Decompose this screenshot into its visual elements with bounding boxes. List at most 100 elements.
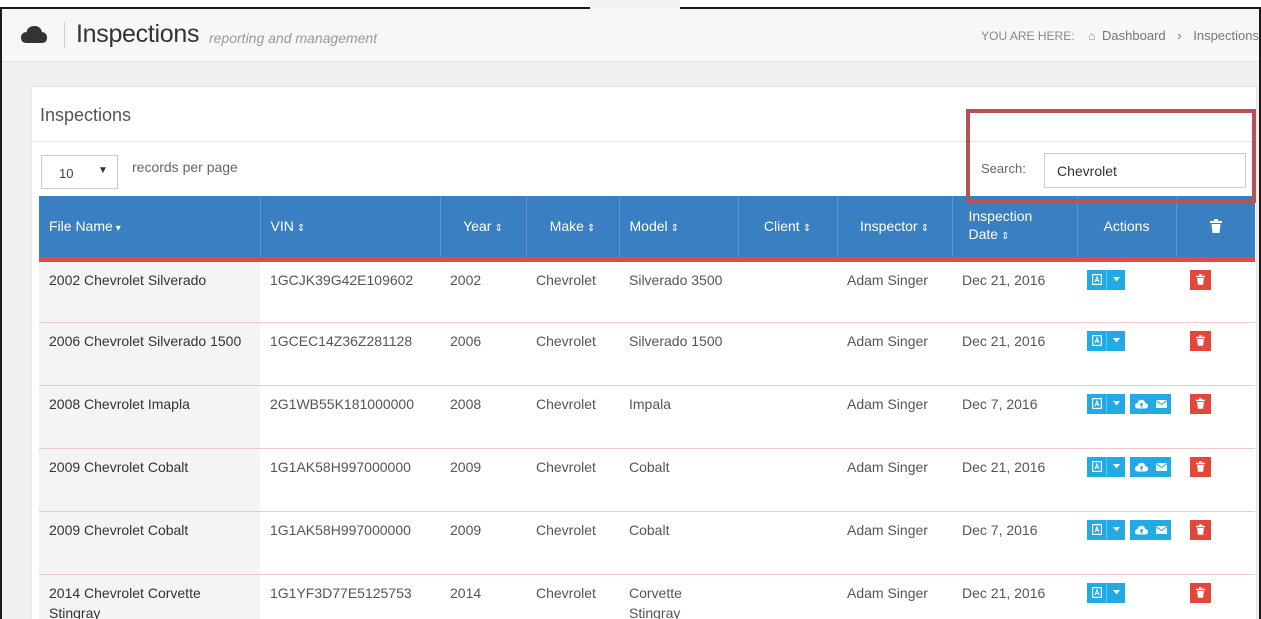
column-year[interactable]: Year ⇕ [440,196,527,262]
cell-model: Impala [619,385,738,449]
search-highlight-box [966,109,1256,203]
column-file-name[interactable]: File Name ▾ [39,196,261,262]
delete-button[interactable] [1190,519,1211,540]
sort-icon: ⇕ [670,223,680,235]
pdf-button[interactable] [1087,330,1106,351]
cell-file[interactable]: 2009 Chevrolet Cobalt [39,511,260,575]
cell-client [738,511,837,575]
cell-inspector: Adam Singer [837,322,952,386]
table-header-row: File Name ▾ VIN ⇕ Year ⇕ Make ⇕ Model ⇕ Clien… [39,196,1255,262]
table-row[interactable]: 2009 Chevrolet Cobalt 1G1AK58H997000000 20… [39,448,1255,512]
cell-date: Dec 21, 2016 [952,574,1077,619]
cell-inspector: Adam Singer [837,574,952,619]
delete-button[interactable] [1190,582,1211,603]
breadcrumb-separator: › [1177,28,1182,43]
cloud-upload-icon [1134,525,1148,534]
delete-button[interactable] [1190,456,1211,477]
column-model[interactable]: Model ⇕ [619,196,739,262]
envelope-icon [1156,525,1167,534]
cell-actions [1077,511,1177,575]
trash-icon [1196,398,1205,409]
cell-model: Silverado 3500 [619,259,738,323]
cell-year: 2009 [440,511,526,575]
email-button[interactable] [1152,393,1171,414]
cell-actions [1077,385,1176,449]
cloud-upload-button[interactable] [1130,519,1152,540]
cell-year: 2014 [440,574,526,619]
pdf-icon [1091,587,1102,598]
pdf-dropdown-button[interactable] [1106,519,1125,540]
cell-vin: 1G1AK58H997000000 [260,511,440,575]
cell-make: Chevrolet [526,322,619,386]
breadcrumb: YOU ARE HERE: ⌂ Dashboard › Inspections [981,28,1259,43]
table-row[interactable]: 2009 Chevrolet Cobalt 1G1AK58H997000000 20… [39,511,1255,575]
pdf-icon [1091,524,1102,535]
sort-icon: ⇕ [1001,230,1010,242]
breadcrumb-dashboard-link[interactable]: Dashboard [1102,28,1166,43]
pdf-dropdown-button[interactable] [1106,582,1125,603]
cell-year: 2006 [440,322,526,386]
pdf-icon [1091,274,1102,285]
table-row[interactable]: 2008 Chevrolet Imapla 2G1WB55K181000000 20… [39,385,1255,449]
pdf-button[interactable] [1087,456,1106,477]
page-length-value: 10 [59,166,74,181]
table-row[interactable]: 2006 Chevrolet Silverado 1500 1GCEC14Z36Z… [39,322,1255,386]
action-buttons [1087,456,1177,477]
pdf-button[interactable] [1087,393,1106,414]
column-client[interactable]: Client ⇕ [738,196,838,262]
delete-button[interactable] [1190,269,1211,290]
pdf-icon [1091,335,1102,346]
cloud-upload-icon [1134,399,1148,408]
cell-vin: 1GCJK39G42E109602 [260,259,440,323]
trash-icon [1196,461,1205,472]
cell-inspector: Adam Singer [837,448,952,512]
trash-icon [1196,274,1205,285]
column-inspection-date[interactable]: Inspection Date ⇕ [952,196,1078,262]
cell-make: Chevrolet [526,385,619,449]
delete-button[interactable] [1190,393,1211,414]
pdf-dropdown-button[interactable] [1106,330,1125,351]
pdf-dropdown-button[interactable] [1106,456,1125,477]
cell-delete [1176,259,1255,323]
delete-button[interactable] [1190,330,1211,351]
page-length-select[interactable]: 10 ▼ [41,155,118,189]
cell-file[interactable]: 2008 Chevrolet Imapla [39,385,260,449]
caret-down-icon [1112,590,1120,595]
top-bar: Inspections reporting and management YOU… [2,9,1259,62]
cell-year: 2008 [440,385,526,449]
column-actions: Actions [1077,196,1177,262]
cell-file[interactable]: 2009 Chevrolet Cobalt [39,448,260,512]
pdf-button[interactable] [1087,269,1106,290]
cell-file[interactable]: 2006 Chevrolet Silverado 1500 [39,322,260,386]
cell-client [738,259,837,323]
cloud-upload-button[interactable] [1130,456,1152,477]
sort-icon: ⇕ [802,223,812,235]
table-row[interactable]: 2014 Chevrolet Corvette Stingray 1G1YF3D7… [39,574,1255,619]
cell-client [738,574,837,619]
column-vin[interactable]: VIN ⇕ [260,196,441,262]
cell-file[interactable]: 2014 Chevrolet Corvette Stingray [39,574,260,619]
caret-down-icon [1112,277,1120,282]
cell-file[interactable]: 2002 Chevrolet Silverado [39,259,260,323]
email-button[interactable] [1152,519,1171,540]
pdf-button[interactable] [1087,582,1106,603]
column-delete[interactable] [1176,196,1255,262]
table-row[interactable]: 2002 Chevrolet Silverado 1GCJK39G42E10960… [39,259,1255,323]
page-subtitle: reporting and management [209,30,378,46]
trash-icon [1196,335,1205,346]
pdf-button[interactable] [1087,519,1106,540]
cell-make: Chevrolet [526,511,619,575]
email-button[interactable] [1152,456,1171,477]
pdf-dropdown-button[interactable] [1106,393,1125,414]
column-inspector[interactable]: Inspector ⇕ [837,196,953,262]
column-make[interactable]: Make ⇕ [526,196,620,262]
cloud-upload-button[interactable] [1130,393,1152,414]
cell-inspector: Adam Singer [837,385,952,449]
pdf-dropdown-button[interactable] [1106,269,1125,290]
header-divider [64,22,65,48]
cell-vin: 1G1AK58H997000000 [260,448,440,512]
sort-desc-icon: ▾ [115,223,121,235]
cell-client [738,322,837,386]
action-buttons [1087,519,1177,540]
top-tab-decoration [590,0,680,9]
